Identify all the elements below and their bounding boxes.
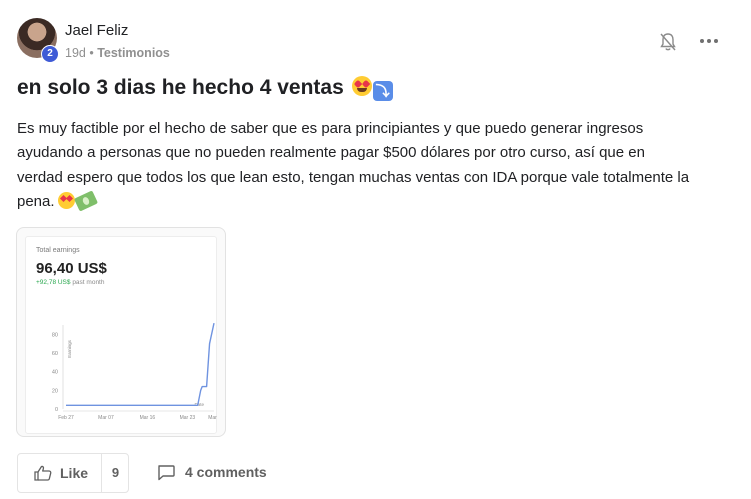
- post-age: 19d: [65, 46, 86, 60]
- earnings-value: 96,40 US$: [36, 260, 107, 277]
- bell-off-icon[interactable]: [659, 32, 677, 52]
- y-tick-label: 0: [55, 407, 58, 413]
- body-line: Es muy factible por el hecho de saber qu…: [17, 120, 644, 137]
- post-meta: 19d • Testimonios: [65, 46, 170, 60]
- like-count[interactable]: 9: [102, 454, 129, 492]
- money-wings-emoji-icon: [73, 190, 98, 212]
- post-category[interactable]: Testimonios: [97, 46, 170, 60]
- post-title-text: en solo 3 dias he hecho 4 ventas: [17, 76, 344, 99]
- y-axis-label: Earnings: [67, 339, 72, 358]
- chart-annotation: Date: [194, 402, 204, 407]
- like-button[interactable]: Like: [18, 454, 101, 492]
- earnings-chart: 0 20 40 60 80 Earnings Feb 27 Mar 07 Mar 16 Mar 2…: [52, 322, 217, 421]
- body-line: verdad espero que todos los que lean est…: [17, 168, 690, 186]
- post-card: 2 Jael Feliz 19d • Testimonios en solo 3…: [0, 0, 751, 499]
- x-tick-label: Mar 16: [140, 415, 156, 421]
- earnings-label: Total earnings: [36, 247, 80, 254]
- level-badge: 2: [41, 45, 59, 63]
- body-line: ayudando a personas que no pueden realme…: [17, 144, 645, 162]
- x-tick-label: Mar 07: [98, 415, 114, 421]
- like-label: Like: [60, 465, 89, 481]
- x-tick-label: Mar: [208, 415, 217, 421]
- earnings-card: Total earnings 96,40 US$ +92,78 US$ past…: [25, 236, 217, 434]
- body-line-text: pena.: [17, 192, 55, 210]
- like-group: Like 9: [17, 453, 129, 493]
- earnings-line: [66, 322, 215, 406]
- y-tick-label: 20: [52, 388, 58, 394]
- y-tick-label: 40: [52, 370, 58, 376]
- more-horizontal-icon[interactable]: [698, 32, 720, 50]
- author-name[interactable]: Jael Feliz: [65, 22, 128, 39]
- earnings-delta-suffix: past month: [70, 279, 105, 286]
- comments-label: 4 comments: [185, 464, 267, 480]
- thumbs-up-icon: [34, 465, 52, 481]
- y-tick-label: 60: [52, 351, 58, 357]
- heart-eyes-emoji-icon: [351, 76, 372, 96]
- meta-separator: •: [85, 46, 98, 60]
- image-attachment[interactable]: Total earnings 96,40 US$ +92,78 US$ past…: [16, 227, 226, 437]
- earnings-delta: +92,78 US$ past month: [36, 279, 104, 286]
- y-tick-label: 80: [52, 332, 58, 338]
- earnings-delta-value: +92,78 US$: [36, 279, 71, 286]
- x-tick-label: Feb 27: [58, 415, 74, 421]
- heart-eyes-emoji-icon: [57, 191, 75, 209]
- post-title: en solo 3 dias he hecho 4 ventas ⤵: [17, 76, 393, 101]
- post-body: Es muy factible por el hecho de saber qu…: [17, 117, 733, 214]
- x-tick-label: Mar 23: [180, 415, 196, 421]
- body-line-last: pena.: [17, 190, 733, 214]
- author-avatar[interactable]: 2: [17, 18, 59, 63]
- comment-icon: [158, 465, 175, 481]
- down-arrow-emoji-icon: ⤵: [372, 81, 393, 101]
